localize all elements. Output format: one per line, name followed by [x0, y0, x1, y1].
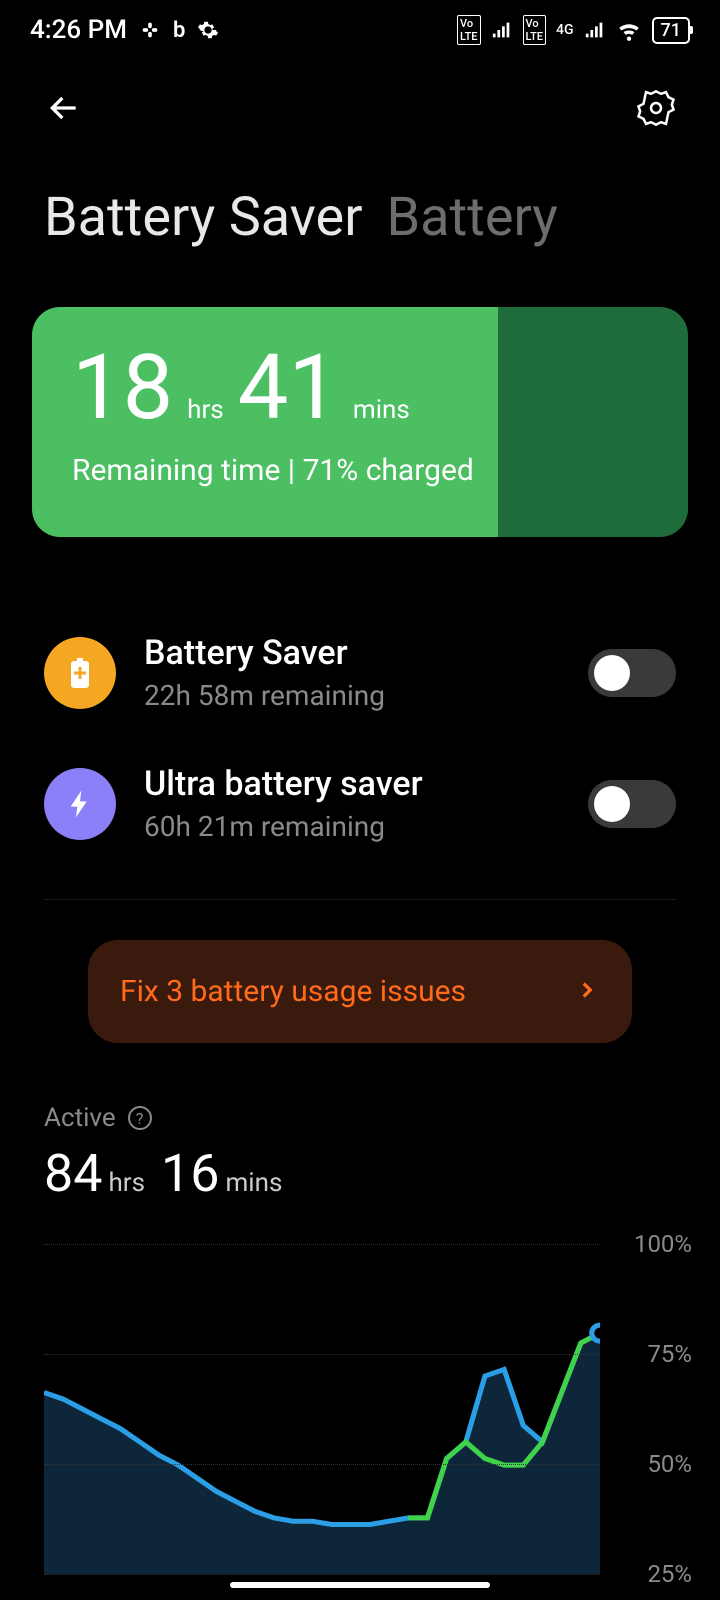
- tabs: Battery Saver Battery: [0, 142, 720, 249]
- hours-label: hrs: [187, 395, 224, 425]
- signal-icon-1: [491, 19, 513, 41]
- bolt-icon: [44, 768, 116, 840]
- ultra-saver-toggle[interactable]: [588, 780, 676, 828]
- divider: [44, 899, 676, 900]
- remaining-minutes: 41: [238, 343, 339, 433]
- volte-icon-2: VoLTE: [523, 15, 547, 45]
- active-label: Active: [44, 1103, 116, 1133]
- battery-saver-row[interactable]: Battery Saver 22h 58m remaining: [44, 607, 676, 738]
- settings-button[interactable]: [636, 88, 676, 132]
- active-hours: 84: [44, 1143, 102, 1204]
- battery-saver-sub: 22h 58m remaining: [144, 679, 560, 712]
- tab-battery[interactable]: Battery: [387, 186, 558, 249]
- chevron-right-icon: [574, 977, 600, 1007]
- battery-indicator: 71: [652, 17, 690, 44]
- y-tick-50: 50%: [647, 1450, 692, 1478]
- app-icon: b: [173, 18, 185, 43]
- status-time: 4:26 PM: [30, 15, 127, 45]
- ultra-saver-title: Ultra battery saver: [144, 764, 560, 804]
- battery-chart: 100% 75% 50% 25%: [0, 1244, 720, 1574]
- active-minutes-label: mins: [225, 1168, 282, 1198]
- active-minutes: 16: [161, 1143, 219, 1204]
- remaining-subtitle: Remaining time | 71% charged: [72, 453, 648, 488]
- remaining-hours: 18: [72, 343, 173, 433]
- battery-plus-icon: [44, 637, 116, 709]
- battery-saver-title: Battery Saver: [144, 633, 560, 673]
- ultra-saver-sub: 60h 21m remaining: [144, 810, 560, 843]
- y-tick-75: 75%: [647, 1340, 692, 1368]
- battery-saver-toggle[interactable]: [588, 649, 676, 697]
- y-tick-25: 25%: [647, 1560, 692, 1588]
- status-bar: 4:26 PM b VoLTE VoLTE 4G 71: [0, 0, 720, 60]
- battery-remaining-card: 18 hrs 41 mins Remaining time | 71% char…: [32, 307, 688, 537]
- header: [0, 60, 720, 142]
- volte-icon-1: VoLTE: [457, 15, 481, 45]
- fix-issues-card[interactable]: Fix 3 battery usage issues: [88, 940, 632, 1043]
- help-icon[interactable]: ?: [128, 1106, 152, 1130]
- fix-issues-text: Fix 3 battery usage issues: [120, 974, 466, 1009]
- network-type: 4G: [556, 22, 574, 38]
- home-indicator[interactable]: [230, 1582, 490, 1588]
- wifi-icon: [616, 17, 642, 43]
- minutes-label: mins: [353, 395, 410, 425]
- chart-svg: [44, 1244, 600, 1574]
- active-hours-label: hrs: [108, 1168, 145, 1198]
- ultra-battery-saver-row[interactable]: Ultra battery saver 60h 21m remaining: [44, 738, 676, 869]
- back-button[interactable]: [44, 88, 84, 132]
- slack-icon: [139, 19, 161, 41]
- signal-icon-2: [584, 19, 606, 41]
- y-tick-100: 100%: [634, 1230, 692, 1258]
- tab-battery-saver[interactable]: Battery Saver: [44, 186, 363, 249]
- gear-icon: [197, 19, 219, 41]
